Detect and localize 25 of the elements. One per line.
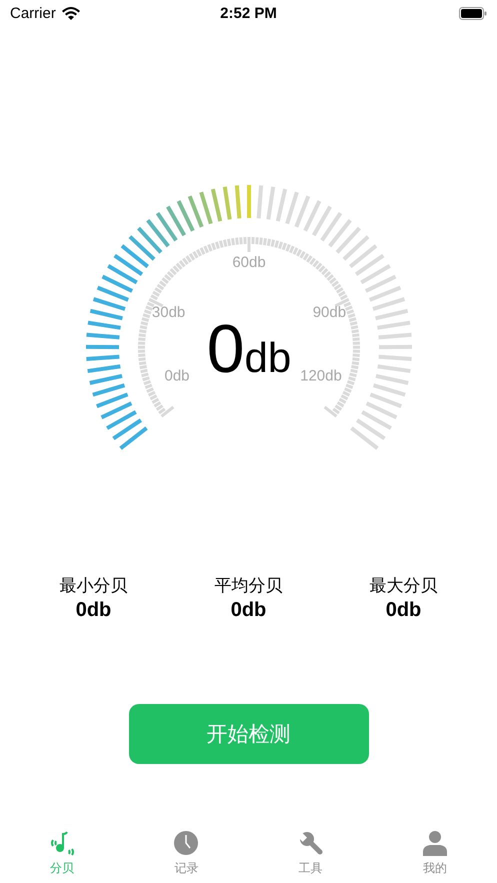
scale-label: 60db (232, 254, 266, 271)
start-button[interactable]: 开始检测 (128, 704, 368, 764)
stat-value: 0db (76, 599, 112, 622)
stat-value: 0db (386, 599, 422, 622)
stat-label: 平均分贝 (214, 575, 282, 597)
tab-item[interactable]: 分贝 (0, 823, 124, 883)
stat-label: 最大分贝 (370, 575, 438, 597)
tab-item[interactable]: 工具 (248, 823, 373, 883)
stat-value: 0db (230, 599, 266, 622)
battery-icon (458, 6, 487, 20)
wrench-icon (298, 830, 324, 856)
tab-item[interactable]: 记录 (124, 823, 248, 883)
decibel-reading: 0db (206, 311, 292, 387)
scale-label: 90db (312, 304, 346, 322)
wifi-icon (62, 6, 80, 20)
clock-icon (173, 830, 200, 856)
scale-label: 120db (300, 367, 342, 384)
carrier-name: Carrier (10, 4, 56, 22)
scale-label: 0db (164, 367, 190, 384)
status-time: 2:52 PM (220, 4, 277, 22)
scale-label: 30db (152, 304, 186, 322)
person-icon (422, 830, 448, 856)
music-note-icon (49, 830, 76, 856)
tab-item[interactable]: 我的 (372, 823, 497, 883)
stat-label: 最小分贝 (60, 575, 128, 597)
